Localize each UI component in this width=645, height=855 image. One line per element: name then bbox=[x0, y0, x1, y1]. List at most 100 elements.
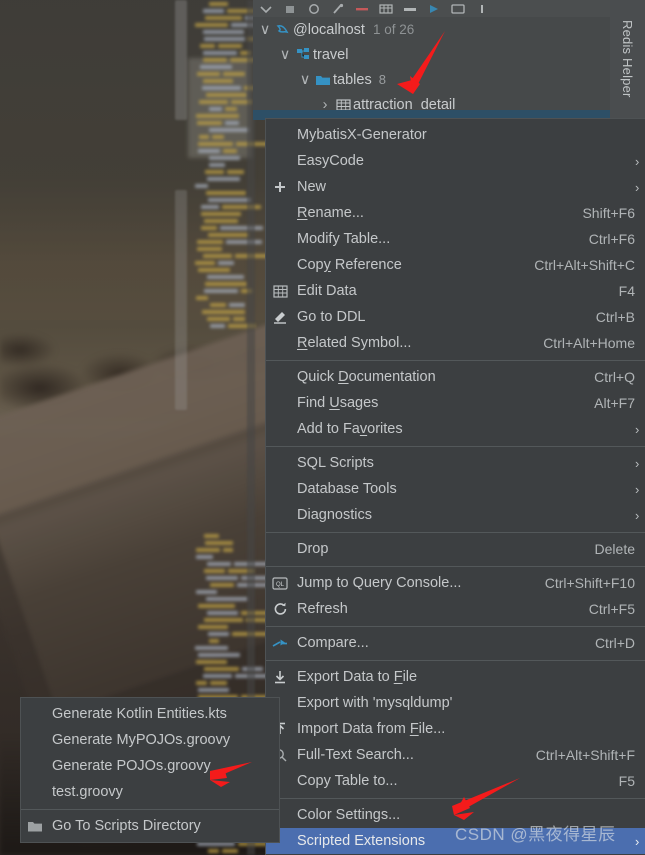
menu-item-go-to-ddl[interactable]: Go to DDL Ctrl+B bbox=[266, 304, 645, 330]
menu-item-shortcut: Ctrl+D bbox=[594, 635, 635, 651]
menu-item-edit-data[interactable]: Edit Data F4 bbox=[266, 278, 645, 304]
tree-expand-chevron[interactable]: ∨ bbox=[277, 47, 293, 63]
menu-separator bbox=[266, 660, 645, 661]
menu-item-refresh[interactable]: Refresh Ctrl+F5 bbox=[266, 596, 645, 622]
tool-window-tab-label: Redis Helper bbox=[620, 20, 635, 98]
chevron-right-icon: › bbox=[635, 153, 640, 169]
menu-item-label: Quick Documentation bbox=[297, 369, 436, 385]
menu-separator bbox=[266, 532, 645, 533]
menu-item-mybatisx-generator[interactable]: MybatisX-Generator bbox=[266, 122, 645, 148]
schema-icon bbox=[293, 47, 313, 62]
chevron-down-icon[interactable] bbox=[259, 3, 273, 15]
menu-item-icon-placeholder bbox=[24, 706, 46, 722]
menu-item-export-with-mysqldump[interactable]: Export with 'mysqldump' bbox=[266, 690, 645, 716]
wrench-icon[interactable] bbox=[331, 3, 345, 15]
tree-row-label: tables bbox=[333, 71, 372, 88]
menu-item-icon-placeholder bbox=[269, 205, 291, 221]
tool-window-tab-redis-helper[interactable]: Redis Helper bbox=[610, 0, 645, 118]
chevron-right-icon: › bbox=[635, 507, 640, 523]
menu-item-related-symbol[interactable]: Related Symbol... Ctrl+Alt+Home bbox=[266, 330, 645, 356]
window-icon[interactable] bbox=[451, 3, 465, 15]
dolphin-icon bbox=[273, 22, 293, 37]
menu-item-new[interactable]: New › bbox=[266, 174, 645, 200]
tree-row[interactable]: ∨ @localhost 1 of 26 bbox=[253, 17, 610, 42]
menu-item-rename[interactable]: Rename... Shift+F6 bbox=[266, 200, 645, 226]
database-tree[interactable]: ∨ @localhost 1 of 26 ∨ travel ∨ tables 8 › attrac… bbox=[253, 17, 610, 117]
menu-item-label: Related Symbol... bbox=[297, 335, 412, 351]
menu-item-label: Rename... bbox=[297, 205, 364, 221]
plus-icon bbox=[269, 179, 291, 195]
tree-row-count: 8 bbox=[378, 72, 386, 87]
menu-item-add-to-favorites[interactable]: Add to Favorites › bbox=[266, 416, 645, 442]
menu-item-label: MybatisX-Generator bbox=[297, 127, 427, 143]
tree-expand-chevron[interactable]: ∨ bbox=[297, 72, 313, 88]
menu-item-easycode[interactable]: EasyCode › bbox=[266, 148, 645, 174]
menu-item-compare[interactable]: Compare... Ctrl+D bbox=[266, 630, 645, 656]
chevron-right-icon: › bbox=[635, 455, 640, 471]
menu-item-label: SQL Scripts bbox=[297, 455, 374, 471]
menu-item-label: Diagnostics bbox=[297, 507, 372, 523]
menu-item-label: Copy Table to... bbox=[297, 773, 398, 789]
database-tool-window: ∨ @localhost 1 of 26 ∨ travel ∨ tables 8 › attrac… bbox=[253, 0, 610, 118]
table-icon[interactable] bbox=[379, 3, 393, 15]
watermark: CSDN @黑夜得星辰 bbox=[455, 825, 616, 844]
menu-item-diagnostics[interactable]: Diagnostics › bbox=[266, 502, 645, 528]
menu-item-shortcut: Shift+F6 bbox=[582, 205, 635, 221]
menu-item-jump-to-query-console[interactable]: QL Jump to Query Console... Ctrl+Shift+F10 bbox=[266, 570, 645, 596]
menu-item-icon-placeholder bbox=[269, 421, 291, 437]
menu-item-drop[interactable]: Drop Delete bbox=[266, 536, 645, 562]
menu-item-label: Refresh bbox=[297, 601, 348, 617]
stop-icon[interactable] bbox=[283, 3, 297, 15]
refresh-icon[interactable] bbox=[307, 3, 321, 15]
menu-item-shortcut: Ctrl+Alt+Home bbox=[543, 335, 635, 351]
console-icon[interactable] bbox=[403, 3, 417, 15]
menu-item-label: Generate Kotlin Entities.kts bbox=[52, 706, 227, 722]
editor-scrollbar-ghost-upper[interactable] bbox=[175, 0, 187, 120]
menu-item-label: Export with 'mysqldump' bbox=[297, 695, 453, 711]
more-icon[interactable] bbox=[475, 3, 489, 15]
menu-item-icon-placeholder bbox=[269, 481, 291, 497]
menu-item-modify-table[interactable]: Modify Table... Ctrl+F6 bbox=[266, 226, 645, 252]
menu-item-test-groovy[interactable]: test.groovy bbox=[21, 779, 279, 805]
tree-expand-chevron[interactable]: ∨ bbox=[257, 22, 273, 38]
menu-item-generate-kotlin-entities-kts[interactable]: Generate Kotlin Entities.kts bbox=[21, 701, 279, 727]
chevron-right-icon: › bbox=[635, 833, 640, 849]
menu-item-icon-placeholder bbox=[24, 784, 46, 800]
menu-separator bbox=[266, 360, 645, 361]
menu-item-copy-reference[interactable]: Copy Reference Ctrl+Alt+Shift+C bbox=[266, 252, 645, 278]
menu-item-shortcut: Ctrl+Shift+F10 bbox=[544, 575, 635, 591]
tree-row[interactable]: ∨ travel bbox=[253, 42, 610, 67]
menu-item-label: Add to Favorites bbox=[297, 421, 403, 437]
tree-row-label: @localhost bbox=[293, 21, 365, 38]
menu-item-full-text-search[interactable]: Full-Text Search... Ctrl+Alt+Shift+F bbox=[266, 742, 645, 768]
menu-separator bbox=[21, 809, 279, 810]
menu-item-icon-placeholder bbox=[24, 732, 46, 748]
menu-item-label: Full-Text Search... bbox=[297, 747, 414, 763]
menu-separator bbox=[266, 566, 645, 567]
table-context-menu[interactable]: MybatisX-Generator EasyCode › New › Rename...… bbox=[265, 118, 645, 855]
menu-item-export-data-to-file[interactable]: Export Data to File bbox=[266, 664, 645, 690]
menu-item-generate-pojos-groovy[interactable]: Generate POJOs.groovy bbox=[21, 753, 279, 779]
menu-item-database-tools[interactable]: Database Tools › bbox=[266, 476, 645, 502]
run-icon[interactable] bbox=[427, 3, 441, 15]
menu-item-label: Modify Table... bbox=[297, 231, 391, 247]
menu-item-go-to-scripts-directory[interactable]: Go To Scripts Directory bbox=[21, 813, 279, 839]
menu-item-generate-mypojos-groovy[interactable]: Generate MyPOJOs.groovy bbox=[21, 727, 279, 753]
folder-icon bbox=[313, 73, 333, 87]
menu-item-icon-placeholder bbox=[269, 455, 291, 471]
scripted-extensions-submenu[interactable]: Generate Kotlin Entities.kts Generate MyP… bbox=[20, 697, 280, 843]
database-toolbar[interactable] bbox=[253, 0, 610, 17]
menu-item-import-data-from-file[interactable]: Import Data from File... bbox=[266, 716, 645, 742]
menu-item-find-usages[interactable]: Find Usages Alt+F7 bbox=[266, 390, 645, 416]
menu-item-icon-placeholder bbox=[24, 758, 46, 774]
editor-scrollbar-ghost[interactable] bbox=[175, 190, 187, 410]
menu-item-sql-scripts[interactable]: SQL Scripts › bbox=[266, 450, 645, 476]
tree-row[interactable]: ∨ tables 8 bbox=[253, 67, 610, 92]
chevron-right-icon: › bbox=[635, 481, 640, 497]
pencil-icon bbox=[269, 309, 291, 325]
menu-item-copy-table-to[interactable]: Copy Table to... F5 bbox=[266, 768, 645, 794]
menu-item-quick-documentation[interactable]: Quick Documentation Ctrl+Q bbox=[266, 364, 645, 390]
minus-red-icon[interactable] bbox=[355, 3, 369, 15]
tree-row-label: travel bbox=[313, 46, 349, 63]
ql-icon: QL bbox=[269, 575, 291, 591]
